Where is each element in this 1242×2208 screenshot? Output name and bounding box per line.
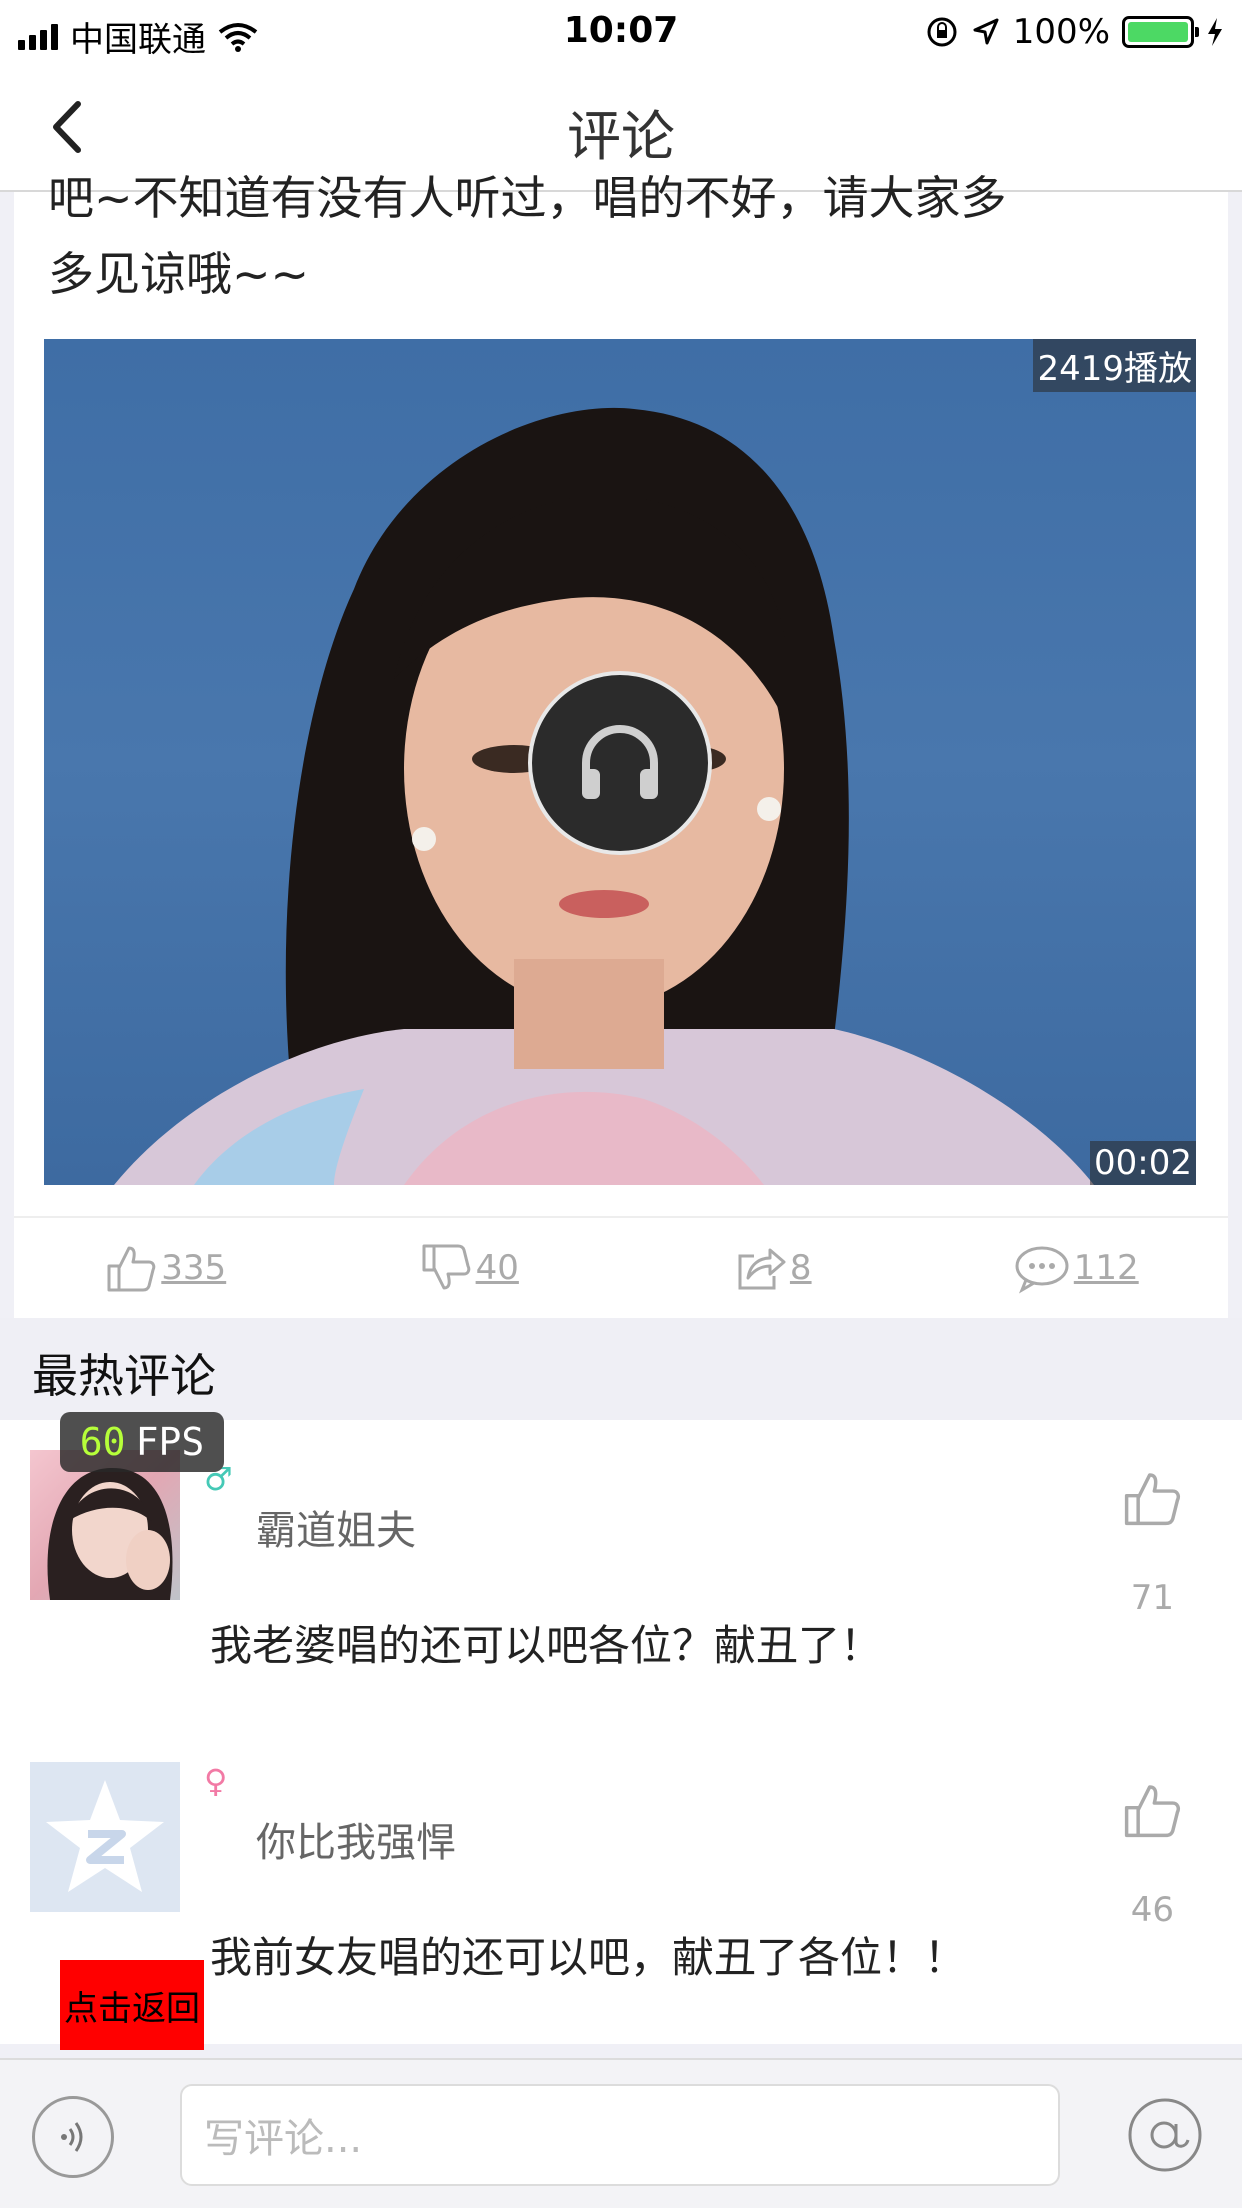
dislike-button[interactable]: 40 bbox=[318, 1218, 622, 1318]
share-count: 8 bbox=[789, 1248, 812, 1288]
at-icon bbox=[1128, 2098, 1202, 2172]
comment-like-count: 46 bbox=[1130, 1890, 1174, 1930]
post-actions: 335 40 8 112 bbox=[14, 1216, 1228, 1318]
status-bar: 中国联通 10:07 100% bbox=[0, 0, 1242, 62]
comment-username[interactable]: 你比我强悍 bbox=[256, 1810, 456, 1868]
comment-input-bar: 写评论... bbox=[0, 2058, 1242, 2208]
comment-input-placeholder: 写评论... bbox=[204, 2116, 363, 2162]
comment-bubble-icon bbox=[1015, 1246, 1069, 1294]
share-button[interactable]: 8 bbox=[621, 1218, 925, 1318]
voice-button[interactable] bbox=[32, 2096, 114, 2178]
thumbs-up-icon bbox=[107, 1246, 156, 1292]
tap-back-button[interactable]: 点击返回 bbox=[60, 1960, 204, 2050]
comment-list: ♂ 霸道姐夫 我老婆唱的还可以吧各位？献丑了！ 71 ♀ 你比我强悍 我前女友唱… bbox=[0, 1420, 1242, 2044]
battery-icon bbox=[1122, 16, 1199, 48]
like-button[interactable]: 335 bbox=[14, 1218, 318, 1318]
status-right: 100% bbox=[925, 12, 1224, 52]
video-player[interactable]: 2419播放 00:02 bbox=[44, 339, 1196, 1185]
voice-icon bbox=[61, 2122, 83, 2152]
comment-like-icon[interactable] bbox=[1122, 1468, 1182, 1528]
comment-text: 我前女友唱的还可以吧，献丑了各位！！ bbox=[210, 1933, 967, 1982]
section-title: 最热评论 bbox=[32, 1349, 216, 1403]
gender-female-icon: ♀ bbox=[204, 1762, 228, 1800]
page-title: 评论 bbox=[567, 105, 675, 168]
video-duration: 00:02 bbox=[1090, 1141, 1196, 1185]
comment-button[interactable]: 112 bbox=[925, 1218, 1229, 1318]
comment-like-count: 71 bbox=[1130, 1578, 1174, 1618]
fps-badge: 60 FPS bbox=[60, 1412, 224, 1472]
avatar-image bbox=[47, 1467, 173, 1600]
like-count: 335 bbox=[161, 1248, 227, 1288]
mention-button[interactable] bbox=[1124, 2094, 1206, 2176]
post-text-line-1: 吧~不知道有没有人听过，唱的不好，请大家多 bbox=[48, 172, 1007, 225]
avatar[interactable] bbox=[30, 1450, 180, 1600]
comment-input[interactable]: 写评论... bbox=[180, 2084, 1060, 2186]
play-count: 2419播放 bbox=[1033, 339, 1196, 392]
comment-username[interactable]: 霸道姐夫 bbox=[256, 1498, 416, 1556]
battery-percent: 100% bbox=[1012, 12, 1110, 52]
headphones-icon bbox=[582, 725, 658, 799]
avatar[interactable] bbox=[30, 1762, 180, 1912]
post-card: 吧~不知道有没有人听过，唱的不好，请大家多 多见谅哦~~ 2419播放 00:0… bbox=[14, 172, 1228, 1318]
location-icon bbox=[973, 18, 999, 45]
comment-count: 112 bbox=[1073, 1248, 1139, 1288]
thumbs-down-icon bbox=[422, 1244, 470, 1290]
orientation-lock-icon bbox=[927, 17, 957, 47]
star-z-icon bbox=[46, 1780, 164, 1892]
hot-comments-header: 最热评论 bbox=[0, 1318, 1242, 1420]
comment-like-icon[interactable] bbox=[1122, 1780, 1182, 1840]
play-button[interactable] bbox=[528, 671, 712, 855]
dislike-count: 40 bbox=[475, 1248, 519, 1288]
post-text-line-2: 多见谅哦~~ bbox=[48, 247, 310, 301]
fps-label: FPS bbox=[135, 1420, 205, 1464]
fps-value: 60 bbox=[79, 1420, 126, 1464]
share-icon bbox=[738, 1248, 786, 1290]
comment-text: 我老婆唱的还可以吧各位？献丑了！ bbox=[210, 1621, 883, 1670]
post-text: 吧~不知道有没有人听过，唱的不好，请大家多 多见谅哦~~ bbox=[48, 172, 1198, 302]
charging-icon bbox=[1208, 18, 1222, 46]
